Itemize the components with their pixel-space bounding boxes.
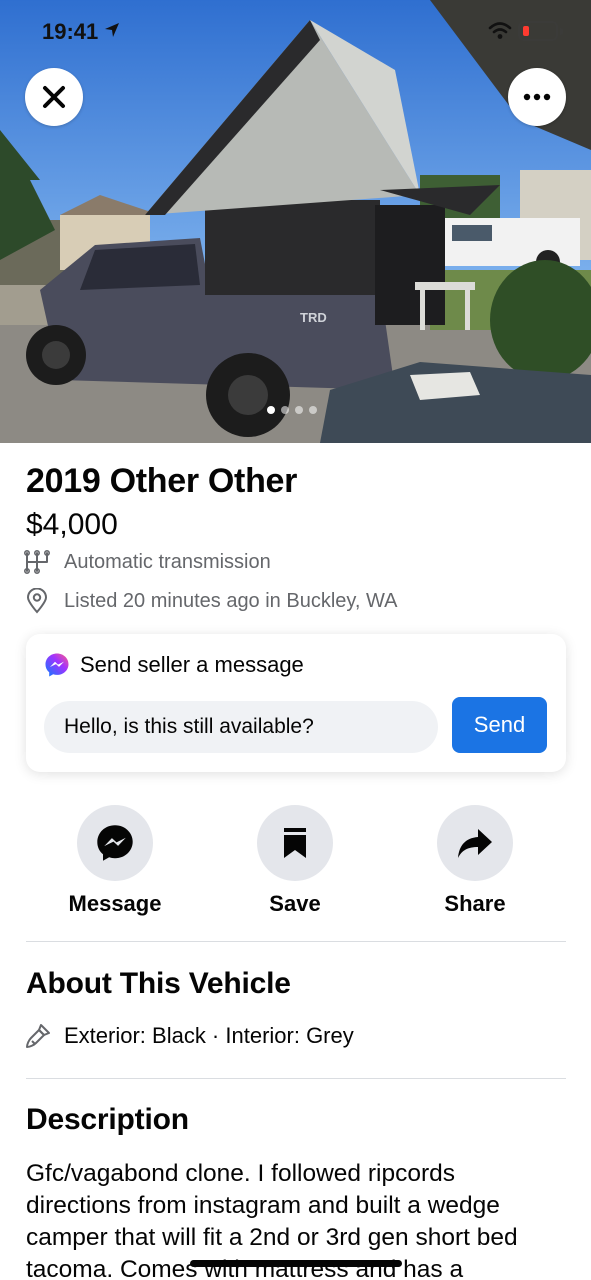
location-row: Listed 20 minutes ago in Buckley, WA bbox=[24, 588, 398, 614]
share-action-label[interactable]: Share bbox=[444, 891, 505, 917]
messenger-icon bbox=[97, 825, 133, 861]
transmission-icon bbox=[24, 550, 50, 574]
send-button[interactable]: Send bbox=[452, 697, 547, 753]
wifi-icon bbox=[488, 22, 512, 40]
photo-dot bbox=[309, 406, 317, 414]
listing-photo[interactable]: TRD 19:41 bbox=[0, 0, 591, 443]
divider bbox=[26, 941, 566, 942]
send-seller-message-card: Send seller a message Send bbox=[26, 634, 566, 772]
photo-dot bbox=[295, 406, 303, 414]
transmission-row: Automatic transmission bbox=[24, 550, 271, 574]
status-bar: 19:41 bbox=[0, 0, 591, 64]
close-icon bbox=[43, 86, 65, 108]
share-action-circle[interactable] bbox=[437, 805, 513, 881]
messenger-icon bbox=[45, 653, 69, 677]
message-action-circle[interactable] bbox=[77, 805, 153, 881]
bookmark-icon bbox=[284, 828, 306, 858]
home-indicator[interactable] bbox=[190, 1260, 402, 1267]
paint-brush-icon bbox=[26, 1024, 50, 1048]
share-action[interactable]: Share bbox=[400, 805, 550, 917]
vehicle-colors-text: Exterior: Black · Interior: Grey bbox=[64, 1023, 354, 1048]
battery-icon bbox=[518, 21, 558, 41]
listed-text: Listed 20 minutes ago in Buckley, WA bbox=[64, 589, 398, 612]
message-action-label[interactable]: Message bbox=[69, 891, 162, 917]
more-icon bbox=[523, 93, 551, 101]
save-action-label[interactable]: Save bbox=[269, 891, 320, 917]
svg-text:TRD: TRD bbox=[300, 310, 327, 325]
divider bbox=[26, 1078, 566, 1079]
share-arrow-icon bbox=[458, 829, 492, 858]
close-button[interactable] bbox=[25, 68, 83, 126]
listing-price: $4,000 bbox=[26, 508, 118, 541]
photo-dot bbox=[267, 406, 275, 414]
save-action-circle[interactable] bbox=[257, 805, 333, 881]
save-action[interactable]: Save bbox=[220, 805, 370, 917]
listing-title: 2019 Other Other bbox=[26, 462, 298, 500]
message-input[interactable] bbox=[44, 701, 438, 753]
message-card-header: Send seller a message bbox=[44, 652, 304, 678]
more-options-button[interactable] bbox=[508, 68, 566, 126]
photo-pagination[interactable] bbox=[267, 406, 317, 414]
status-time: 19:41 bbox=[42, 19, 99, 44]
photo-dot bbox=[281, 406, 289, 414]
location-arrow-icon bbox=[104, 22, 120, 38]
vehicle-colors-row: Exterior: Black · Interior: Grey bbox=[24, 1022, 354, 1050]
about-vehicle-title: About This Vehicle bbox=[26, 967, 291, 1000]
description-title: Description bbox=[26, 1103, 189, 1136]
truck-photo: TRD bbox=[0, 0, 591, 443]
location-pin-icon bbox=[26, 588, 48, 614]
message-action[interactable]: Message bbox=[40, 805, 190, 917]
transmission-text: Automatic transmission bbox=[64, 550, 271, 573]
message-card-title: Send seller a message bbox=[80, 652, 304, 677]
